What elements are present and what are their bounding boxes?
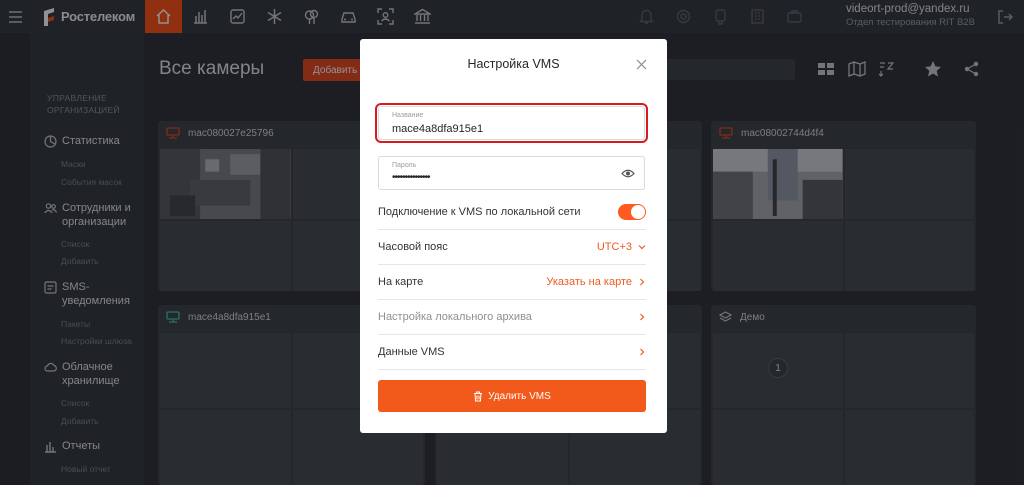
field-label: Название: [392, 112, 424, 119]
eye-icon[interactable]: [621, 168, 635, 179]
delete-vms-button[interactable]: Удалить VMS: [378, 380, 646, 412]
local-archive-label: Настройка локального архива: [378, 311, 532, 323]
field-label: Пароль: [392, 162, 417, 169]
local-network-toggle[interactable]: [618, 204, 646, 220]
chevron-down-icon: [638, 245, 646, 250]
vms-password-input[interactable]: •••••••••••••••: [392, 172, 431, 183]
chevron-right-icon: [640, 313, 645, 321]
timezone-value[interactable]: UTC+3: [597, 241, 632, 253]
vms-settings-dialog: Настройка VMS Название mace4a8dfa915e1 П…: [360, 39, 667, 433]
vms-name-field[interactable]: Название mace4a8dfa915e1: [375, 103, 648, 143]
vms-data-row[interactable]: Данные VMS: [378, 335, 646, 370]
delete-vms-label: Удалить VMS: [488, 390, 551, 402]
close-icon[interactable]: [636, 59, 647, 70]
chevron-right-icon: [640, 278, 645, 286]
local-network-label: Подключение к VMS по локальной сети: [378, 206, 581, 218]
map-row[interactable]: На карте Указать на карте: [378, 265, 646, 300]
vms-name-input[interactable]: mace4a8dfa915e1: [392, 123, 483, 135]
map-label: На карте: [378, 276, 424, 288]
vms-data-label: Данные VMS: [378, 346, 445, 358]
dialog-title: Настройка VMS: [467, 57, 560, 71]
trash-icon: [474, 391, 483, 401]
local-archive-row[interactable]: Настройка локального архива: [378, 300, 646, 335]
vms-password-field[interactable]: Пароль •••••••••••••••: [378, 156, 645, 190]
local-network-row[interactable]: Подключение к VMS по локальной сети: [378, 195, 646, 230]
timezone-label: Часовой пояс: [378, 241, 448, 253]
set-on-map-link[interactable]: Указать на карте: [546, 276, 632, 288]
timezone-row[interactable]: Часовой пояс UTC+3: [378, 230, 646, 265]
chevron-right-icon: [640, 348, 645, 356]
